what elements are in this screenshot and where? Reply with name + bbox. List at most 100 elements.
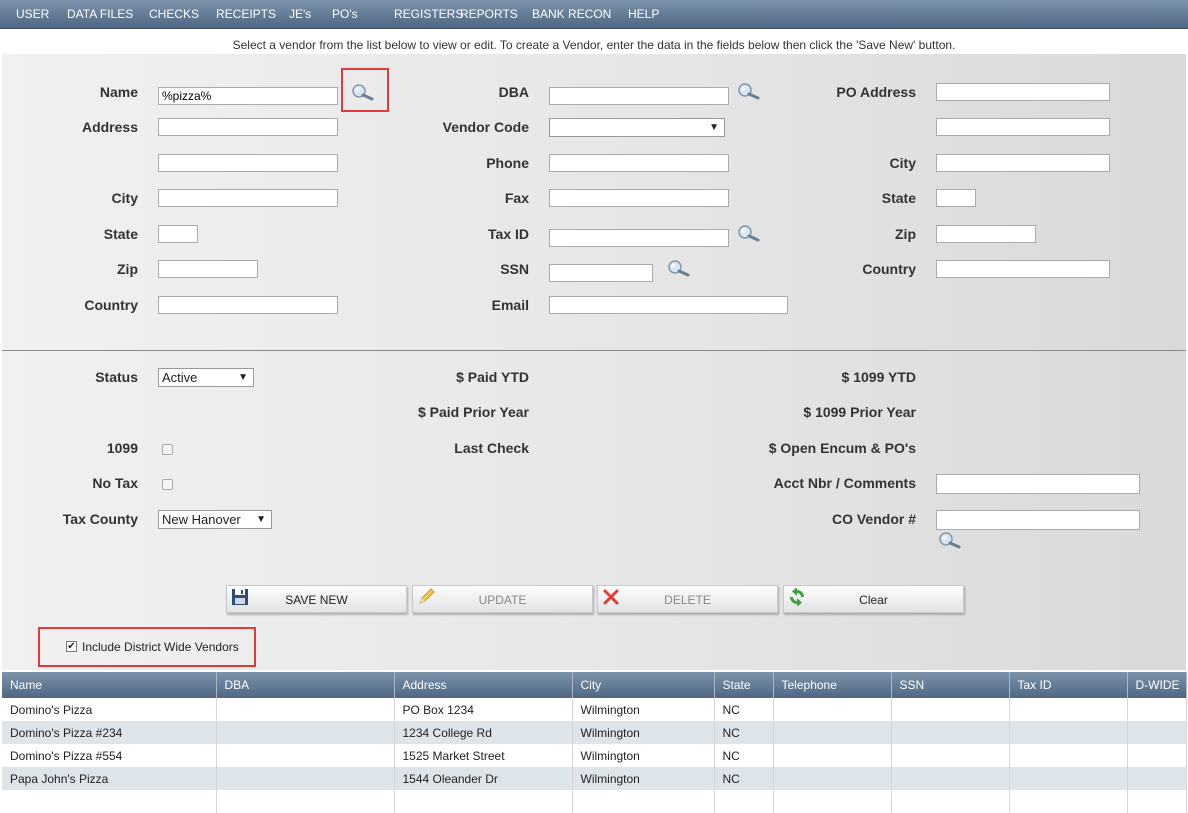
po-state-input[interactable] <box>936 189 976 207</box>
table-cell <box>1127 744 1187 767</box>
ssn-label: SSN <box>500 261 529 277</box>
tax-id-label: Tax ID <box>488 226 529 242</box>
table-cell <box>216 721 395 744</box>
col-header-city[interactable]: City <box>572 672 715 698</box>
nav-checks[interactable]: CHECKS <box>149 0 199 28</box>
paid-ytd-label: $ Paid YTD <box>456 369 529 385</box>
address-line2-input[interactable] <box>158 154 338 172</box>
po-country-input[interactable] <box>936 260 1110 278</box>
1099-checkbox[interactable] <box>162 444 173 455</box>
phone-input[interactable] <box>549 154 729 172</box>
table-cell <box>1127 721 1187 744</box>
tax-id-search-icon[interactable] <box>736 224 760 242</box>
1099-prior-year-label: $ 1099 Prior Year <box>803 404 916 420</box>
table-cell <box>891 698 1010 721</box>
col-header-ssn[interactable]: SSN <box>891 672 1010 698</box>
no-tax-checkbox[interactable] <box>162 479 173 490</box>
dba-label: DBA <box>498 84 529 100</box>
ssn-input[interactable] <box>549 264 653 282</box>
name-label: Name <box>99 84 138 100</box>
ssn-search-icon[interactable] <box>666 259 690 277</box>
table-row[interactable]: Domino's Pizza #554 1525 Market Street Wil… <box>2 744 1187 767</box>
fax-input[interactable] <box>549 189 729 207</box>
phone-label: Phone <box>486 155 529 171</box>
po-city-input[interactable] <box>936 154 1110 172</box>
col-header-name[interactable]: Name <box>2 672 217 698</box>
table-cell: Wilmington <box>572 767 715 790</box>
table-cell <box>1127 790 1187 813</box>
vendor-code-label: Vendor Code <box>442 119 529 135</box>
dba-search-icon[interactable] <box>736 82 760 100</box>
status-select[interactable]: Active ▼ <box>158 368 254 387</box>
col-header-d-wide[interactable]: D-WIDE <box>1127 672 1187 698</box>
po-address-line1-input[interactable] <box>936 83 1110 101</box>
table-row[interactable]: Domino's Pizza #234 1234 College Rd Wilmin… <box>2 721 1187 744</box>
name-input[interactable] <box>158 87 338 105</box>
delete-x-icon <box>603 589 619 605</box>
table-cell <box>891 744 1010 767</box>
nav-pos[interactable]: PO's <box>332 0 358 28</box>
col-header-state[interactable]: State <box>714 672 774 698</box>
table-cell <box>1127 698 1187 721</box>
acct-nbr-input[interactable] <box>936 474 1140 494</box>
country-input[interactable] <box>158 296 338 314</box>
nav-registers[interactable]: REGISTERS <box>394 0 463 28</box>
address-line1-input[interactable] <box>158 118 338 136</box>
nav-reports[interactable]: REPORTS <box>460 0 518 28</box>
email-input[interactable] <box>549 296 788 314</box>
table-cell <box>1127 767 1187 790</box>
table-row[interactable] <box>2 790 1187 813</box>
table-cell: Domino's Pizza <box>2 698 217 721</box>
address-label: Address <box>81 119 138 135</box>
table-cell <box>1009 790 1128 813</box>
zip-input[interactable] <box>158 260 258 278</box>
col-header-tax-id[interactable]: Tax ID <box>1009 672 1128 698</box>
co-vendor-search-icon[interactable] <box>937 531 961 549</box>
po-zip-label: Zip <box>895 226 916 242</box>
update-button[interactable]: UPDATE <box>412 585 593 613</box>
city-input[interactable] <box>158 189 338 207</box>
table-cell <box>891 767 1010 790</box>
state-input[interactable] <box>158 225 198 243</box>
nav-user[interactable]: USER <box>16 0 49 28</box>
col-header-address[interactable]: Address <box>394 672 573 698</box>
table-row[interactable]: Domino's Pizza PO Box 1234 Wilmington NC <box>2 698 1187 721</box>
tax-id-input[interactable] <box>549 229 729 247</box>
tax-county-select[interactable]: New Hanover ▼ <box>158 510 272 529</box>
chevron-down-icon: ▼ <box>256 514 266 525</box>
delete-button[interactable]: DELETE <box>597 585 778 613</box>
fax-label: Fax <box>504 190 529 206</box>
col-header-dba[interactable]: DBA <box>216 672 395 698</box>
co-vendor-label: CO Vendor # <box>831 511 916 527</box>
table-cell: Wilmington <box>572 721 715 744</box>
table-cell <box>1009 744 1128 767</box>
vendor-code-select[interactable]: ▼ <box>549 118 725 137</box>
dba-input[interactable] <box>549 87 729 105</box>
tax-county-value: New Hanover <box>162 512 241 527</box>
include-district-label: Include District Wide Vendors <box>82 640 239 654</box>
table-row[interactable]: Papa John's Pizza 1544 Oleander Dr Wilming… <box>2 767 1187 790</box>
nav-receipts[interactable]: RECEIPTS <box>216 0 276 28</box>
nav-help[interactable]: HELP <box>628 0 659 28</box>
instruction-text: Select a vendor from the list below to v… <box>232 38 956 52</box>
clear-label: Clear <box>859 593 888 607</box>
save-icon <box>232 589 248 605</box>
po-address-line2-input[interactable] <box>936 118 1110 136</box>
save-new-button[interactable]: SAVE NEW <box>226 585 407 613</box>
co-vendor-input[interactable] <box>936 510 1140 530</box>
include-district-checkbox[interactable]: ✔ <box>66 641 77 652</box>
nav-jes[interactable]: JE's <box>289 0 311 28</box>
search-highlight-box <box>341 68 389 112</box>
nav-bank-recon[interactable]: BANK RECON <box>532 0 611 28</box>
clear-button[interactable]: Clear <box>783 585 964 613</box>
po-address-label: PO Address <box>836 84 916 100</box>
po-zip-input[interactable] <box>936 225 1036 243</box>
status-label: Status <box>95 369 138 385</box>
table-cell: NC <box>714 744 774 767</box>
nav-data-files[interactable]: DATA FILES <box>67 0 133 28</box>
table-cell <box>394 790 573 813</box>
table-cell <box>714 790 774 813</box>
paid-prior-year-label: $ Paid Prior Year <box>417 404 529 420</box>
po-state-label: State <box>881 190 916 206</box>
col-header-telephone[interactable]: Telephone <box>773 672 892 698</box>
